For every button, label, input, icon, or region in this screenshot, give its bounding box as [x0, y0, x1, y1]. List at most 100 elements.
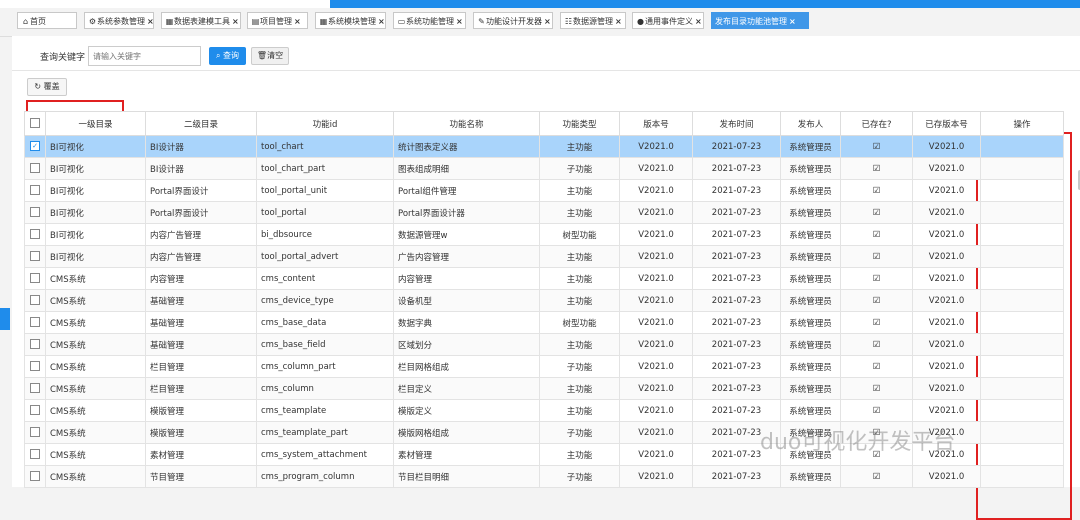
- tab-4[interactable]: ▤项目管理 ×: [247, 12, 308, 29]
- close-icon[interactable]: ×: [378, 17, 385, 26]
- row-checkbox[interactable]: [24, 223, 46, 246]
- cell-actions[interactable]: [980, 355, 1064, 378]
- column-header[interactable]: 已存在?: [840, 111, 913, 136]
- tab-10[interactable]: 发布目录功能池管理 ×: [711, 12, 809, 29]
- table-row[interactable]: BI可视化 内容广告管理 tool_portal_advert 广告内容管理 主功能 V2…: [24, 245, 1064, 268]
- row-checkbox[interactable]: [24, 377, 46, 400]
- cell-pub: 系统管理员: [780, 179, 841, 202]
- clear-button[interactable]: 🗑清空: [251, 47, 289, 65]
- close-icon[interactable]: ×: [294, 17, 301, 26]
- table-row[interactable]: CMS系统 基础管理 cms_base_field 区域划分 主功能 V2021.0 202…: [24, 333, 1064, 356]
- table-row[interactable]: CMS系统 模版管理 cms_teamplate 模版定义 主功能 V2021.0 2021…: [24, 399, 1064, 422]
- cell-actions[interactable]: [980, 157, 1064, 180]
- table-row[interactable]: CMS系统 栏目管理 cms_column_part 栏目网格组成 子功能 V2021.0…: [24, 355, 1064, 378]
- cover-button[interactable]: ↻ 覆盖: [27, 78, 67, 96]
- cell-actions[interactable]: [980, 135, 1064, 158]
- exists-check-icon: ☑: [840, 201, 913, 224]
- close-icon[interactable]: ×: [615, 17, 622, 26]
- tab-label: 系统功能管理: [406, 17, 454, 26]
- table-row[interactable]: BI可视化 Portal界面设计 tool_portal_unit Portal组件管…: [24, 179, 1064, 202]
- cell-actions[interactable]: [980, 201, 1064, 224]
- cell-actions[interactable]: [980, 311, 1064, 334]
- column-header[interactable]: 二级目录: [145, 111, 257, 136]
- column-header[interactable]: 操作: [980, 111, 1064, 136]
- table-row[interactable]: CMS系统 栏目管理 cms_column 栏目定义 主功能 V2021.0 2021-07…: [24, 377, 1064, 400]
- table-row[interactable]: BI可视化 BI设计器 tool_chart_part 图表组成明细 子功能 V2021.…: [24, 157, 1064, 180]
- column-header[interactable]: 一级目录: [45, 111, 146, 136]
- tab-2[interactable]: ⚙系统参数管理 ×: [84, 12, 154, 29]
- cell-actions[interactable]: [980, 267, 1064, 290]
- tab-5[interactable]: ▦系统模块管理 ×: [315, 12, 386, 29]
- cell-actions[interactable]: [980, 179, 1064, 202]
- row-checkbox[interactable]: [24, 267, 46, 290]
- cell-actions[interactable]: [980, 443, 1064, 466]
- table-row[interactable]: ✓ BI可视化 BI设计器 tool_chart 统计图表定义器 主功能 V2021.0 20…: [24, 135, 1064, 158]
- cell-pub: 系统管理员: [780, 355, 841, 378]
- tab-8[interactable]: ☷数据源管理 ×: [560, 12, 626, 29]
- row-checkbox[interactable]: [24, 311, 46, 334]
- info-icon: ●: [637, 17, 644, 26]
- cell-pub: 系统管理员: [780, 399, 841, 422]
- sidebar-collapse-handle[interactable]: [0, 308, 10, 330]
- row-checkbox[interactable]: [24, 157, 46, 180]
- close-icon[interactable]: ×: [456, 17, 463, 26]
- row-checkbox[interactable]: ✓: [24, 135, 46, 158]
- row-checkbox[interactable]: [24, 245, 46, 268]
- column-header[interactable]: 功能名称: [393, 111, 540, 136]
- select-all-checkbox[interactable]: [24, 111, 46, 136]
- gear-icon: ⚙: [88, 17, 97, 26]
- table-row[interactable]: BI可视化 Portal界面设计 tool_portal Portal界面设计器 主功能…: [24, 201, 1064, 224]
- query-button[interactable]: ⌕ 查询: [209, 47, 246, 65]
- row-checkbox[interactable]: [24, 465, 46, 488]
- column-header[interactable]: 已存版本号: [912, 111, 981, 136]
- close-icon[interactable]: ×: [147, 17, 153, 26]
- cell-actions[interactable]: [980, 223, 1064, 246]
- column-header[interactable]: 功能id: [256, 111, 394, 136]
- cell-ver: V2021.0: [619, 333, 693, 356]
- close-icon[interactable]: ×: [232, 17, 239, 26]
- table-row[interactable]: CMS系统 基础管理 cms_device_type 设备机型 主功能 V2021.0 20…: [24, 289, 1064, 312]
- tab-1[interactable]: ⌂ 首页: [17, 12, 77, 29]
- cell-actions[interactable]: [980, 399, 1064, 422]
- table-row[interactable]: BI可视化 内容广告管理 bi_dbsource 数据源管理w 树型功能 V2021.0 2…: [24, 223, 1064, 246]
- row-checkbox[interactable]: [24, 399, 46, 422]
- tab-6[interactable]: ▭系统功能管理 ×: [393, 12, 466, 29]
- table-row[interactable]: CMS系统 基础管理 cms_base_data 数据字典 树型功能 V2021.0 202…: [24, 311, 1064, 334]
- exists-check-icon: ☑: [840, 223, 913, 246]
- cell-actions[interactable]: [980, 333, 1064, 356]
- cell-actions[interactable]: [980, 289, 1064, 312]
- cell-actions[interactable]: [980, 245, 1064, 268]
- row-checkbox[interactable]: [24, 201, 46, 224]
- cell-l1: BI可视化: [45, 179, 146, 202]
- column-header[interactable]: 发布时间: [692, 111, 781, 136]
- database-icon: ☷: [564, 17, 573, 26]
- cell-date: 2021-07-23: [692, 399, 781, 422]
- cell-ver: V2021.0: [619, 267, 693, 290]
- search-input[interactable]: [88, 46, 201, 66]
- cell-actions[interactable]: [980, 421, 1064, 444]
- tab-label: 数据源管理: [573, 17, 613, 26]
- cell-ver: V2021.0: [619, 399, 693, 422]
- cell-l1: CMS系统: [45, 443, 146, 466]
- row-checkbox[interactable]: [24, 179, 46, 202]
- column-header[interactable]: 功能类型: [539, 111, 620, 136]
- tab-7[interactable]: ✎功能设计开发器 ×: [473, 12, 553, 29]
- cell-actions[interactable]: [980, 465, 1064, 488]
- table-row[interactable]: CMS系统 内容管理 cms_content 内容管理 主功能 V2021.0 2021-0…: [24, 267, 1064, 290]
- column-header[interactable]: 发布人: [780, 111, 841, 136]
- tab-3[interactable]: ▦数据表建模工具 ×: [161, 12, 241, 29]
- cell-fid: cms_column: [256, 377, 394, 400]
- table-row[interactable]: CMS系统 节目管理 cms_program_column 节目栏目明细 子功能 V202…: [24, 465, 1064, 488]
- column-header[interactable]: 版本号: [619, 111, 693, 136]
- close-icon[interactable]: ×: [789, 17, 796, 26]
- row-checkbox[interactable]: [24, 443, 46, 466]
- row-checkbox[interactable]: [24, 355, 46, 378]
- cell-type: 主功能: [539, 135, 620, 158]
- tab-9[interactable]: ●通用事件定义 ×: [632, 12, 704, 29]
- row-checkbox[interactable]: [24, 289, 46, 312]
- row-checkbox[interactable]: [24, 333, 46, 356]
- cell-actions[interactable]: [980, 377, 1064, 400]
- row-checkbox[interactable]: [24, 421, 46, 444]
- close-icon[interactable]: ×: [544, 17, 551, 26]
- close-icon[interactable]: ×: [695, 17, 702, 26]
